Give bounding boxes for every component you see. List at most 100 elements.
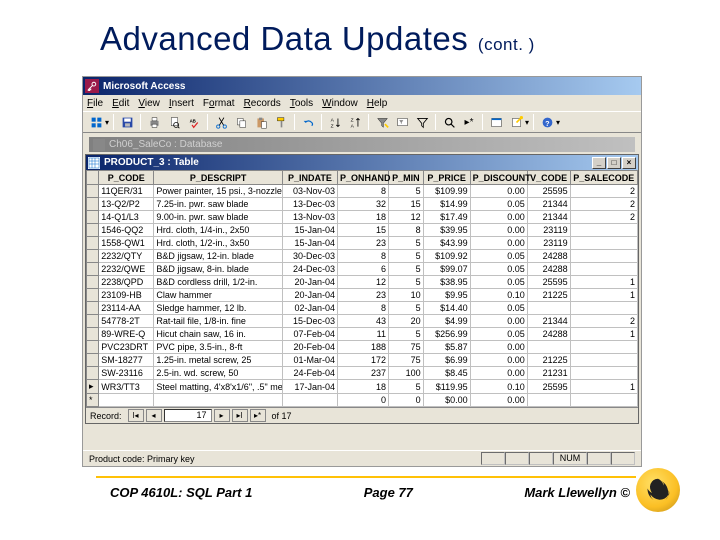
column-header[interactable]: P_INDATE [282,171,337,185]
table-row[interactable]: 11QER/31Power painter, 15 psi., 3-nozzle… [87,185,638,198]
table-row[interactable]: *00$0.000.00 [87,394,638,407]
copy-button[interactable] [232,113,250,131]
row-selector[interactable] [87,237,99,250]
cell[interactable] [570,263,637,276]
cell[interactable]: 24-Dec-03 [282,263,337,276]
cell[interactable]: 0.05 [470,250,527,263]
cell[interactable]: 1 [570,276,637,289]
cell[interactable]: 2238/QPD [99,276,154,289]
cell[interactable]: 9.00-in. pwr. saw blade [154,211,283,224]
cell[interactable]: 0.00 [470,394,527,407]
row-selector[interactable] [87,224,99,237]
cell[interactable]: 20-Jan-04 [282,289,337,302]
cell[interactable]: 15 [389,198,424,211]
cell[interactable]: 0.05 [470,276,527,289]
cell[interactable]: $0.00 [423,394,470,407]
cell[interactable]: 0.00 [470,367,527,380]
cell[interactable]: 8 [337,185,388,198]
cell[interactable]: $43.99 [423,237,470,250]
row-selector[interactable] [87,276,99,289]
cell[interactable]: $109.99 [423,185,470,198]
table-row[interactable]: 23114-AASledge hammer, 12 lb.02-Jan-0485… [87,302,638,315]
cell[interactable]: $14.40 [423,302,470,315]
cell[interactable] [527,341,570,354]
cell[interactable]: 23119 [527,224,570,237]
cell[interactable]: $14.99 [423,198,470,211]
cell[interactable]: SW-23116 [99,367,154,380]
last-record-button[interactable]: ▸ǀ [232,409,248,422]
datasheet-grid[interactable]: P_CODEP_DESCRIPTP_INDATEP_ONHANDP_MINP_P… [86,170,638,407]
cell[interactable]: B&D jigsaw, 12-in. blade [154,250,283,263]
table-row[interactable]: 23109-HBClaw hammer20-Jan-042310$9.950.1… [87,289,638,302]
cell[interactable]: 5 [389,250,424,263]
cell[interactable]: Rat-tail file, 1/8-in. fine [154,315,283,328]
row-selector[interactable] [87,198,99,211]
row-selector[interactable] [87,328,99,341]
cell[interactable]: 15-Jan-04 [282,224,337,237]
cell[interactable]: 5 [389,328,424,341]
menu-tools[interactable]: Tools [290,98,313,109]
minimize-button[interactable]: _ [592,157,606,169]
cell[interactable]: 1 [570,380,637,394]
print-button[interactable] [145,113,163,131]
table-row[interactable]: 89-WRE-QHicut chain saw, 16 in.07-Feb-04… [87,328,638,341]
cell[interactable]: 0.00 [470,354,527,367]
row-selector[interactable]: * [87,394,99,407]
cell[interactable]: 0.00 [470,341,527,354]
cell[interactable] [570,237,637,250]
table-row[interactable]: 54778-2TRat-tail file, 1/8-in. fine15-De… [87,315,638,328]
cell[interactable]: 25595 [527,276,570,289]
view-drop-icon[interactable]: ▾ [105,118,109,127]
cell[interactable]: 5 [389,237,424,250]
format-painter-button[interactable] [272,113,290,131]
cell[interactable]: 03-Nov-03 [282,185,337,198]
cell[interactable]: 02-Jan-04 [282,302,337,315]
table-row[interactable]: 1558-QW1Hrd. cloth, 1/2-in., 3x5015-Jan-… [87,237,638,250]
menu-file[interactable]: File [87,98,103,109]
cell[interactable]: 13-Dec-03 [282,198,337,211]
cell[interactable]: 0.00 [470,224,527,237]
cell[interactable]: 20-Feb-04 [282,341,337,354]
cell[interactable]: 1 [570,328,637,341]
menubar[interactable]: File Edit View Insert Format Records Too… [83,95,641,111]
cell[interactable]: 15 [337,224,388,237]
cell[interactable]: $17.49 [423,211,470,224]
cell[interactable]: 18 [337,380,388,394]
first-record-button[interactable]: ǀ◂ [128,409,144,422]
row-selector[interactable] [87,315,99,328]
cell[interactable]: 75 [389,354,424,367]
cell[interactable]: 24-Feb-04 [282,367,337,380]
cell[interactable] [282,394,337,407]
new-object-drop-icon[interactable]: ▾ [525,118,529,127]
cell[interactable]: 21344 [527,315,570,328]
cell[interactable] [570,302,637,315]
row-selector[interactable] [87,367,99,380]
cell[interactable]: Power painter, 15 psi., 3-nozzle [154,185,283,198]
cell[interactable]: 8 [337,250,388,263]
cell[interactable]: 2 [570,198,637,211]
table-row[interactable]: SM-182771.25-in. metal screw, 2501-Mar-0… [87,354,638,367]
cell[interactable]: 2 [570,211,637,224]
goto-button[interactable]: ▸* [460,113,478,131]
cell[interactable] [570,354,637,367]
cell[interactable]: 20 [389,315,424,328]
menu-help[interactable]: Help [367,98,388,109]
close-button[interactable]: × [622,157,636,169]
column-header[interactable]: P_SALECODE [570,171,637,185]
cell[interactable]: 23 [337,289,388,302]
row-selector[interactable]: ▸ [87,380,99,394]
prev-record-button[interactable]: ◂ [146,409,162,422]
new-object-button[interactable] [507,113,525,131]
record-number-field[interactable]: 17 [164,409,212,422]
undo-button[interactable] [299,113,317,131]
cell[interactable]: $9.95 [423,289,470,302]
cell[interactable]: PVC23DRT [99,341,154,354]
menu-insert[interactable]: Insert [169,98,194,109]
cell[interactable]: 10 [389,289,424,302]
cell[interactable]: 0.00 [470,315,527,328]
next-record-button[interactable]: ▸ [214,409,230,422]
cell[interactable]: 15-Jan-04 [282,237,337,250]
cell[interactable]: $5.87 [423,341,470,354]
cell[interactable]: 11QER/31 [99,185,154,198]
cell[interactable]: 0.10 [470,380,527,394]
